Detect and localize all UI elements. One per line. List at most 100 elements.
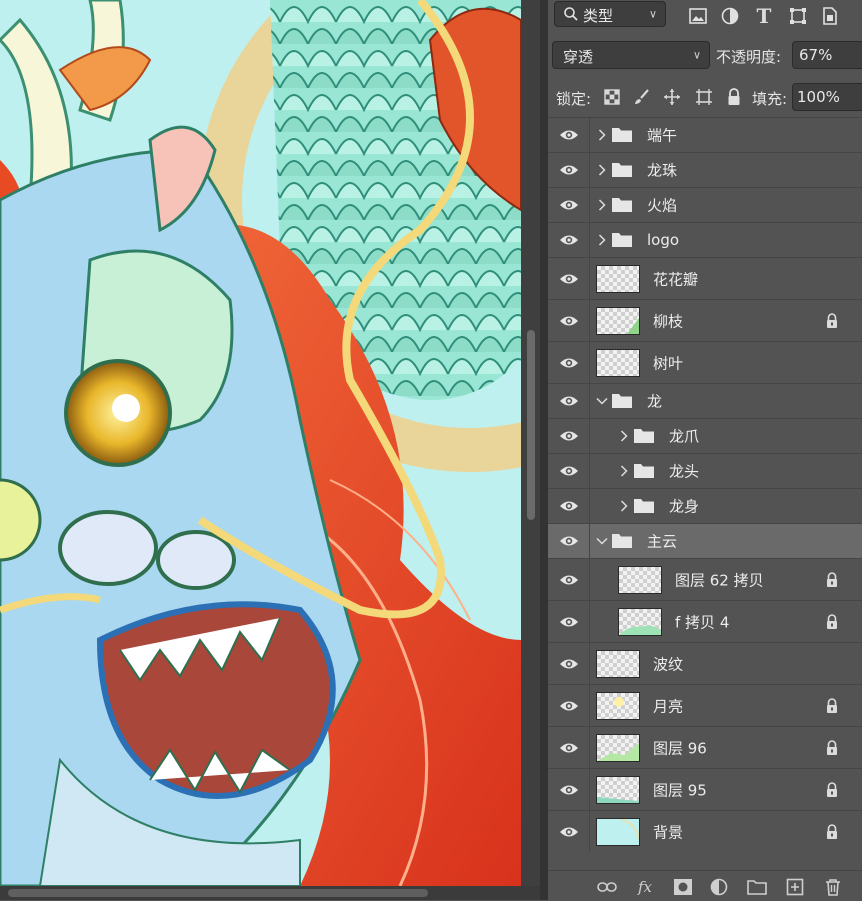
folder-icon (633, 498, 655, 514)
layer-group-row[interactable]: 龙爪 (548, 418, 862, 453)
search-icon (563, 6, 579, 26)
layer-group-row[interactable]: 龙珠 (548, 152, 862, 187)
layer-row[interactable]: f 拷贝 4 (548, 600, 862, 642)
shape-filter-icon[interactable] (786, 4, 810, 28)
horizontal-scrollbar[interactable] (0, 886, 540, 900)
chevron-right-icon[interactable] (596, 232, 608, 248)
layer-group-row[interactable]: 主云 (548, 523, 862, 558)
visibility-eye-icon[interactable] (548, 223, 590, 257)
lock-icon (826, 571, 838, 588)
document-canvas[interactable] (0, 0, 521, 886)
visibility-eye-icon[interactable] (548, 342, 590, 383)
panel-divider[interactable] (540, 0, 548, 900)
chevron-down-icon[interactable] (596, 393, 608, 409)
layer-row[interactable]: 图层 96 (548, 726, 862, 768)
chevron-right-icon[interactable] (596, 197, 608, 213)
layer-name: 龙珠 (647, 161, 678, 180)
layer-row[interactable]: 柳枝 (548, 299, 862, 341)
chevron-right-icon[interactable] (618, 463, 630, 479)
visibility-eye-icon[interactable] (548, 300, 590, 341)
blend-row: 穿透 ∨ 不透明度: 67% (548, 39, 862, 75)
layer-group-row[interactable]: 龙身 (548, 488, 862, 523)
layer-row[interactable]: 背景 (548, 810, 862, 852)
filter-kind-dropdown[interactable]: 类型 ∨ (554, 1, 666, 27)
type-filter-icon[interactable]: T (752, 4, 776, 28)
fill-label: 填充: (752, 90, 788, 108)
visibility-eye-icon[interactable] (548, 643, 590, 684)
layer-row[interactable]: 图层 95 (548, 768, 862, 810)
layer-name: 龙爪 (669, 427, 700, 446)
lock-transparent-pixels-icon[interactable] (600, 85, 624, 109)
layer-group-row[interactable]: 端午 (548, 117, 862, 152)
lock-icon (826, 697, 838, 714)
dragon-artwork (0, 0, 521, 886)
delete-icon[interactable] (822, 877, 844, 897)
visibility-eye-icon[interactable] (548, 384, 590, 418)
vertical-scrollbar[interactable] (521, 0, 540, 886)
layer-row[interactable]: 树叶 (548, 341, 862, 383)
adjustment-filter-icon[interactable] (718, 4, 742, 28)
lock-position-icon[interactable] (660, 85, 684, 109)
fx-icon[interactable]: fx (634, 877, 656, 897)
adjustment-icon[interactable] (708, 877, 730, 897)
visibility-eye-icon[interactable] (548, 454, 590, 488)
layer-name: 图层 95 (653, 781, 707, 799)
visibility-eye-icon[interactable] (548, 489, 590, 523)
visibility-eye-icon[interactable] (548, 118, 590, 152)
layer-row[interactable]: 波纹 (548, 642, 862, 684)
lock-artboard-icon[interactable] (692, 85, 716, 109)
visibility-eye-icon[interactable] (548, 188, 590, 222)
folder-icon (611, 232, 633, 248)
lock-row: 锁定: 填充: 100% (548, 80, 862, 116)
folder-icon (611, 162, 633, 178)
visibility-eye-icon[interactable] (548, 419, 590, 453)
layer-group-row[interactable]: 火焰 (548, 187, 862, 222)
layer-row[interactable]: 月亮 (548, 684, 862, 726)
opacity-label: 不透明度: (716, 48, 782, 66)
image-filter-icon[interactable] (686, 4, 710, 28)
chevron-right-icon[interactable] (596, 162, 608, 178)
lock-icon (826, 312, 838, 329)
layer-group-row[interactable]: logo (548, 222, 862, 257)
layer-row[interactable]: 图层 62 拷贝 (548, 558, 862, 600)
opacity-field[interactable]: 67% (792, 41, 862, 69)
visibility-eye-icon[interactable] (548, 559, 590, 600)
folder-open-icon (611, 533, 633, 549)
layer-name: 龙 (647, 392, 663, 411)
chevron-right-icon[interactable] (618, 498, 630, 514)
vertical-scroll-thumb[interactable] (527, 330, 535, 520)
blend-mode-dropdown[interactable]: 穿透 ∨ (552, 41, 710, 69)
layer-name: 柳枝 (653, 312, 684, 330)
visibility-eye-icon[interactable] (548, 811, 590, 852)
visibility-eye-icon[interactable] (548, 153, 590, 187)
chevron-down-icon[interactable] (596, 533, 608, 549)
layer-name: 图层 96 (653, 739, 707, 757)
visibility-eye-icon[interactable] (548, 769, 590, 810)
visibility-eye-icon[interactable] (548, 727, 590, 768)
visibility-eye-icon[interactable] (548, 524, 590, 558)
link-icon[interactable] (596, 877, 618, 897)
horizontal-scroll-thumb[interactable] (8, 889, 428, 897)
new-layer-icon[interactable] (784, 877, 806, 897)
fill-field[interactable]: 100% (792, 83, 862, 111)
lock-icon (826, 781, 838, 798)
layer-row[interactable]: 花花瓣 (548, 257, 862, 299)
smart-object-filter-icon[interactable] (818, 4, 842, 28)
lock-image-pixels-icon[interactable] (630, 85, 654, 109)
lock-icon (826, 739, 838, 756)
layer-group-row[interactable]: 龙 (548, 383, 862, 418)
layers-panel: 类型 ∨ T 穿透 ∨ 不透明度: 67% 锁定: 填充: 100% 端午 龙珠… (548, 0, 862, 900)
layer-name: 主云 (647, 532, 678, 551)
layer-group-row[interactable]: 龙头 (548, 453, 862, 488)
chevron-right-icon[interactable] (596, 127, 608, 143)
layer-thumbnail (596, 649, 640, 678)
chevron-right-icon[interactable] (618, 428, 630, 444)
layer-name: 火焰 (647, 196, 678, 215)
lock-all-icon[interactable] (722, 85, 746, 109)
visibility-eye-icon[interactable] (548, 601, 590, 642)
visibility-eye-icon[interactable] (548, 258, 590, 299)
visibility-eye-icon[interactable] (548, 685, 590, 726)
layer-thumbnail (596, 306, 640, 335)
mask-icon[interactable] (672, 877, 694, 897)
new-group-icon[interactable] (746, 877, 768, 897)
